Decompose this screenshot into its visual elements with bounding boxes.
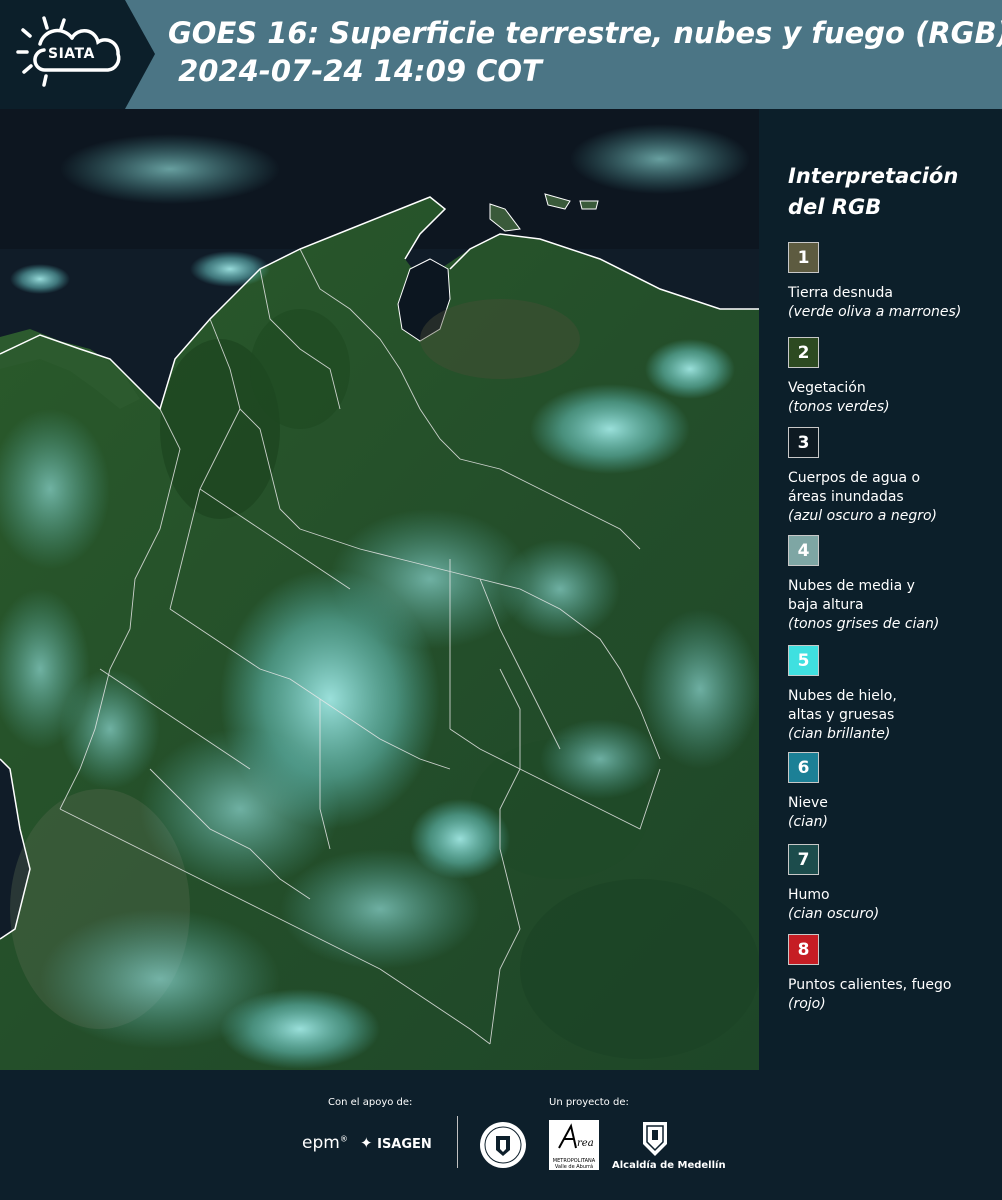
legend-label: Tierra desnuda: [788, 285, 893, 301]
alcaldia-shield-icon[interactable]: [641, 1120, 669, 1158]
legend-title-line-1: Interpretación: [788, 164, 959, 188]
legend-sub: (verde oliva a marrones): [788, 304, 962, 320]
legend-label: Cuerpos de agua o áreas inundadas: [788, 470, 921, 505]
legend-sub: (tonos grises de cian): [788, 616, 940, 632]
legend-item-mid-low-clouds: 4 Nubes de media y baja altura (tonos gr…: [788, 535, 998, 634]
title-line-1: GOES 16: Superficie terrestre, nubes y f…: [168, 16, 1002, 50]
legend-sub: (cian): [788, 814, 828, 830]
project-label: Un proyecto de:: [549, 1097, 629, 1108]
legend-swatch: 5: [788, 645, 819, 676]
legend-item-vegetation: 2 Vegetación (tonos verdes): [788, 337, 998, 417]
isagen-star-icon: ✦: [360, 1134, 373, 1152]
legend-item-water: 3 Cuerpos de agua o áreas inundadas (azu…: [788, 427, 998, 526]
metropolitana-logo[interactable]: rea METROPOLITANA Valle de Aburrá: [549, 1120, 599, 1170]
isagen-logo[interactable]: ✦ ISAGEN: [360, 1134, 432, 1152]
legend-sub: (azul oscuro a negro): [788, 508, 937, 524]
satellite-map[interactable]: [0, 109, 759, 1070]
footer: Con el apoyo de: Un proyecto de: epm® ✦ …: [0, 1070, 1002, 1200]
satellite-image: [0, 109, 759, 1070]
legend-sub: (cian oscuro): [788, 906, 880, 922]
legend-item-ice-clouds: 5 Nubes de hielo, altas y gruesas (cian …: [788, 645, 998, 744]
legend-label: Nubes de media y baja altura: [788, 578, 915, 613]
legend-swatch: 2: [788, 337, 819, 368]
legend-panel: Interpretación del RGB 1 Tierra desnuda …: [759, 109, 1002, 1070]
support-label: Con el apoyo de:: [328, 1097, 413, 1108]
legend-title-line-2: del RGB: [788, 195, 882, 219]
legend-label: Nubes de hielo, altas y gruesas: [788, 688, 897, 723]
logo-text: SIATA: [48, 46, 95, 62]
metropolitana-logo-icon: rea: [558, 1123, 594, 1149]
legend-swatch: 1: [788, 242, 819, 273]
legend-item-bare-land: 1 Tierra desnuda (verde oliva a marrones…: [788, 242, 998, 322]
legend-item-smoke: 7 Humo (cian oscuro): [788, 844, 998, 924]
legend-swatch: 6: [788, 752, 819, 783]
epm-logo-text: epm: [302, 1133, 340, 1153]
legend-sub: (tonos verdes): [788, 399, 890, 415]
metro-line-2: Valle de Aburrá: [554, 1164, 594, 1170]
legend-swatch: 8: [788, 934, 819, 965]
svg-text:rea: rea: [577, 1138, 594, 1149]
page-title: GOES 16: Superficie terrestre, nubes y f…: [168, 14, 1002, 90]
legend-swatch: 3: [788, 427, 819, 458]
legend-label: Vegetación: [788, 380, 866, 396]
legend-sub: (cian brillante): [788, 726, 891, 742]
header-bar: SIATA GOES 16: Superficie terrestre, nub…: [0, 0, 1002, 109]
legend-title: Interpretación del RGB: [788, 161, 993, 223]
legend-swatch: 4: [788, 535, 819, 566]
footer-divider: [457, 1116, 458, 1168]
siata-logo[interactable]: SIATA: [0, 0, 155, 109]
legend-item-fire: 8 Puntos calientes, fuego (rojo): [788, 934, 998, 1014]
legend-sub: (rojo): [788, 996, 826, 1012]
legend-item-snow: 6 Nieve (cian): [788, 752, 998, 832]
legend-label: Puntos calientes, fuego: [788, 977, 952, 993]
title-line-2: 2024-07-24 14:09 COT: [168, 54, 542, 88]
legend-label: Nieve: [788, 795, 828, 811]
alcaldia-label: Alcaldía de Medellín: [612, 1160, 726, 1171]
isagen-logo-text: ISAGEN: [377, 1137, 432, 1152]
legend-label: Humo: [788, 887, 830, 903]
legend-swatch: 7: [788, 844, 819, 875]
university-seal-icon[interactable]: [478, 1120, 528, 1170]
epm-logo[interactable]: epm®: [302, 1133, 348, 1153]
